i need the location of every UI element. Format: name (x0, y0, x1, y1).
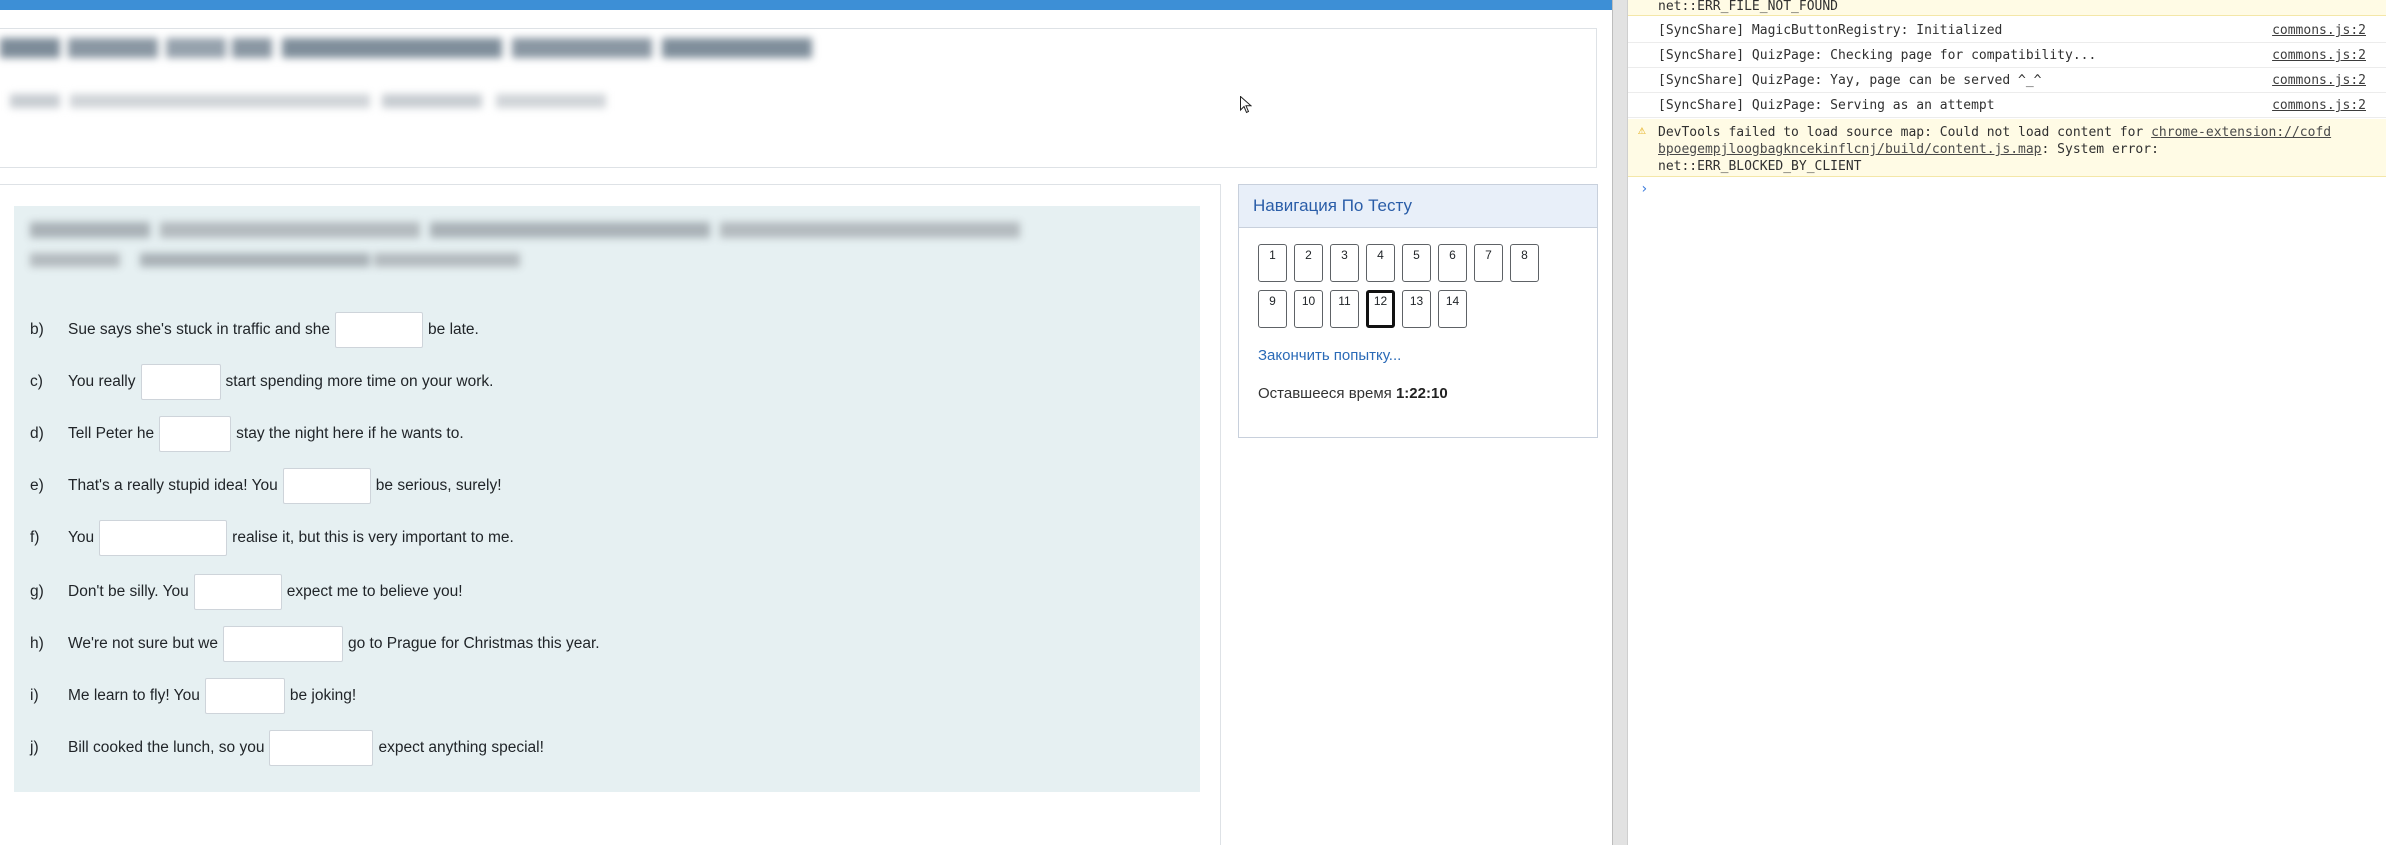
warning-error-code: net::ERR_BLOCKED_BY_CLIENT (1658, 159, 1862, 174)
question-text-before: You really (68, 373, 136, 390)
question-text-after: expect anything special! (378, 739, 544, 756)
answer-input[interactable] (159, 416, 232, 452)
nav-button-1[interactable]: 1 (1258, 244, 1287, 282)
nav-button-2[interactable]: 2 (1294, 244, 1323, 282)
console-message-text: [SyncShare] QuizPage: Serving as an atte… (1658, 98, 1995, 113)
source-map-link-1[interactable]: chrome-extension://cofd (2151, 125, 2331, 140)
warning-icon: ⚠ (1638, 123, 1646, 138)
question-text-before: We're not sure but we (68, 635, 218, 652)
question-letter: c) (30, 373, 43, 390)
question-letter: b) (30, 321, 44, 338)
question-row: h) We're not sure but we go to Prague fo… (30, 625, 600, 663)
finish-attempt-link[interactable]: Закончить попытку... (1258, 347, 1401, 364)
blurred-question-instructions (30, 222, 1020, 238)
devtools-splitter[interactable] (1612, 0, 1628, 845)
question-letter: j) (30, 739, 39, 756)
console-message: [SyncShare] QuizPage: Serving as an atte… (1628, 94, 2386, 118)
question-row: b) Sue says she's stuck in traffic and s… (30, 311, 479, 349)
console-message-text: net::ERR_FILE_NOT_FOUND (1658, 0, 1839, 14)
question-letter: h) (30, 635, 44, 652)
question-row: j) Bill cooked the lunch, so you expect … (30, 729, 544, 767)
question-row: d) Tell Peter he stay the night here if … (30, 415, 464, 453)
nav-button-7[interactable]: 7 (1474, 244, 1503, 282)
question-text-before: Me learn to fly! You (68, 687, 200, 704)
blurred-breadcrumb (10, 94, 606, 108)
warning-suffix: : System error: (2041, 142, 2159, 157)
question-letter: d) (30, 425, 44, 442)
nav-button-6[interactable]: 6 (1438, 244, 1467, 282)
question-row: f) You realise it, but this is very impo… (30, 519, 514, 557)
answer-input[interactable] (99, 520, 228, 556)
warning-prefix: DevTools failed to load source map: Coul… (1658, 125, 2152, 140)
console-warning: ⚠ DevTools failed to load source map: Co… (1628, 119, 2386, 177)
question-text-after: go to Prague for Christmas this year. (348, 635, 600, 652)
time-remaining-value: 1:22:10 (1395, 385, 1448, 402)
console-source-link[interactable]: commons.js:2 (2272, 73, 2366, 88)
question-row: i) Me learn to fly! You be joking! (30, 677, 356, 715)
console-message: [SyncShare] QuizPage: Yay, page can be s… (1628, 69, 2386, 93)
console-source-link[interactable]: commons.js:2 (2272, 98, 2366, 113)
question-row: c) You really start spending more time o… (30, 363, 493, 401)
time-remaining-label: Оставшееся время (1258, 385, 1392, 402)
answer-input[interactable] (223, 626, 343, 662)
answer-input[interactable] (204, 678, 285, 714)
answer-input[interactable] (193, 574, 282, 610)
quiz-navigation-title: Навигация По Тесту (1239, 185, 1597, 228)
nav-button-10[interactable]: 10 (1294, 290, 1323, 328)
console-source-link[interactable]: commons.js:2 (2272, 23, 2366, 38)
question-text-before: Bill cooked the lunch, so you (68, 739, 265, 756)
blurred-question-example (30, 253, 520, 267)
console-message: [SyncShare] QuizPage: Checking page for … (1628, 44, 2386, 68)
top-navbar (0, 0, 1612, 10)
devtools-console: net::ERR_FILE_NOT_FOUND [SyncShare] Magi… (1628, 0, 2386, 845)
nav-button-5[interactable]: 5 (1402, 244, 1431, 282)
question-row: g) Don't be silly. You expect me to beli… (30, 573, 463, 611)
question-text-before: That's a really stupid idea! You (68, 477, 278, 494)
console-message: net::ERR_FILE_NOT_FOUND (1628, 0, 2386, 16)
quiz-page: b) Sue says she's stuck in traffic and s… (0, 0, 1612, 845)
mouse-pointer-icon (1240, 96, 1252, 114)
nav-button-13[interactable]: 13 (1402, 290, 1431, 328)
question-text-before: You (68, 529, 95, 546)
console-message-text: [SyncShare] QuizPage: Checking page for … (1658, 48, 2097, 63)
console-message-text: [SyncShare] QuizPage: Yay, page can be s… (1658, 73, 2042, 88)
nav-button-4[interactable]: 4 (1366, 244, 1395, 282)
source-map-link-2[interactable]: bpoegempjloogbagkncekinflcnj/build/conte… (1658, 142, 2042, 157)
answer-input[interactable] (140, 364, 221, 400)
nav-button-9[interactable]: 9 (1258, 290, 1287, 328)
nav-button-11[interactable]: 11 (1330, 290, 1359, 328)
question-letter: e) (30, 477, 44, 494)
question-letter: g) (30, 583, 44, 600)
nav-button-14[interactable]: 14 (1438, 290, 1467, 328)
question-text-after: stay the night here if he wants to. (236, 425, 464, 442)
question-letter: f) (30, 529, 40, 546)
console-message: [SyncShare] MagicButtonRegistry: Initial… (1628, 19, 2386, 43)
question-text-after: be serious, surely! (375, 477, 502, 494)
nav-button-3[interactable]: 3 (1330, 244, 1359, 282)
nav-button-8[interactable]: 8 (1510, 244, 1539, 282)
answer-input[interactable] (269, 730, 374, 766)
blurred-course-title (0, 38, 812, 58)
console-prompt-icon[interactable]: › (1640, 181, 1648, 197)
answer-input[interactable] (282, 468, 371, 504)
question-text-after: be joking! (289, 687, 357, 704)
question-text-after: be late. (428, 321, 479, 338)
answer-input[interactable] (335, 312, 424, 348)
question-text-before: Don't be silly. You (68, 583, 189, 600)
time-remaining: Оставшееся время 1:22:10 (1258, 385, 1448, 402)
question-text-after: realise it, but this is very important t… (232, 529, 514, 546)
question-text-after: expect me to believe you! (286, 583, 463, 600)
question-text-after: start spending more time on your work. (225, 373, 494, 390)
question-text-before: Sue says she's stuck in traffic and she (68, 321, 331, 338)
quiz-navigation-panel: Навигация По Тесту 1 2 3 4 5 6 7 8 9 10 … (1238, 184, 1598, 438)
question-text-before: Tell Peter he (68, 425, 155, 442)
console-message-text: [SyncShare] MagicButtonRegistry: Initial… (1658, 23, 2003, 38)
nav-button-12-current[interactable]: 12 (1366, 290, 1395, 328)
console-warning-text: DevTools failed to load source map: Coul… (1658, 124, 2378, 175)
question-row: e) That's a really stupid idea! You be s… (30, 467, 502, 505)
question-letter: i) (30, 687, 39, 704)
console-source-link[interactable]: commons.js:2 (2272, 48, 2366, 63)
